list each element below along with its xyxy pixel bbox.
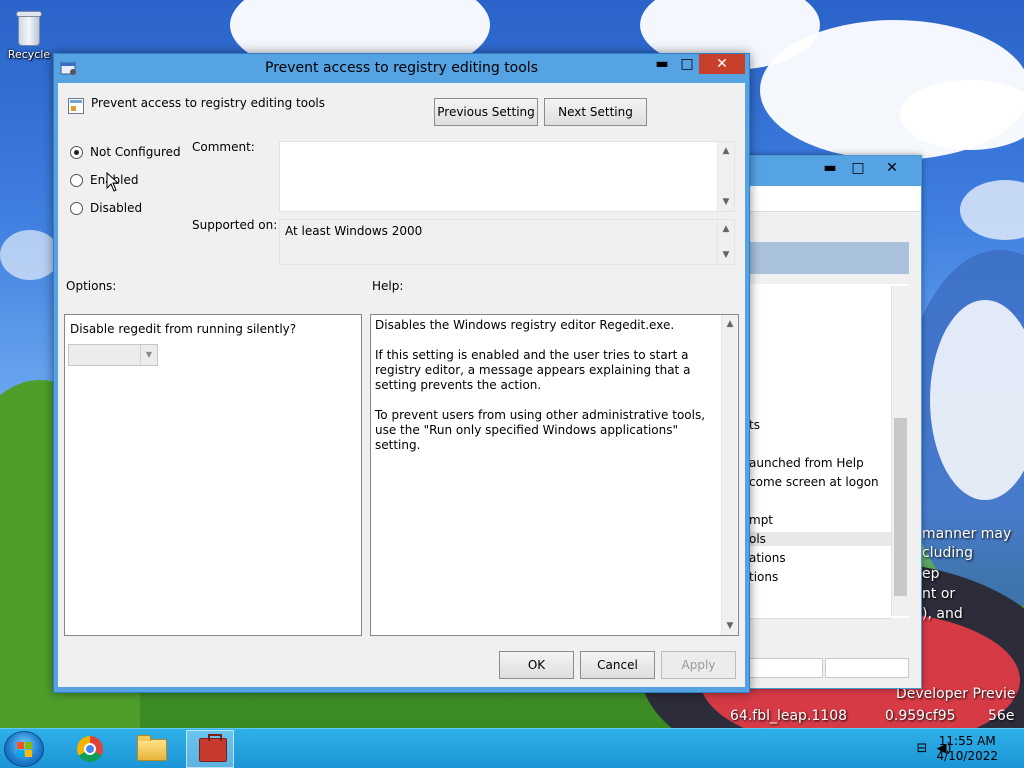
status-field [749, 658, 823, 678]
background-window[interactable]: ▬ □ ✕ ts aunched from Help come screen a… [746, 155, 922, 689]
start-button[interactable] [4, 731, 44, 767]
taskbar-file-explorer[interactable] [126, 730, 174, 768]
maximize-button[interactable]: □ [674, 54, 700, 76]
option-prompt: Disable regedit from running silently? [70, 322, 297, 336]
apply-button[interactable]: Apply [661, 651, 736, 679]
clock-time: 11:55 AM [938, 734, 996, 748]
chevron-down-icon[interactable]: ▼ [140, 345, 157, 365]
setting-name: Prevent access to registry editing tools [91, 96, 325, 110]
minimize-button[interactable]: ▬ [817, 158, 843, 178]
watermark-text: ep [922, 566, 940, 582]
list-item[interactable]: ations [749, 551, 786, 565]
settings-list[interactable]: ts aunched from Help come screen at logo… [747, 284, 909, 618]
cloud [0, 230, 60, 280]
clock[interactable]: 11:55 AM 4/10/2022 [936, 734, 998, 764]
cloud [960, 180, 1024, 240]
watermark-text: manner may [922, 526, 1012, 542]
help-scrollbar[interactable]: ▲ ▼ [721, 315, 738, 635]
start-icon [17, 742, 32, 757]
watermark-text: 0.959cf95 [885, 708, 956, 724]
scroll-up-icon[interactable]: ▲ [721, 224, 731, 234]
list-item-selected[interactable]: ols [749, 532, 891, 546]
file-explorer-icon [137, 735, 167, 761]
cancel-button[interactable]: Cancel [580, 651, 655, 679]
supported-on-scrollbar[interactable]: ▲ ▼ [717, 220, 734, 264]
taskbar: ⊟ ◀) 11:55 AM 4/10/2022 [0, 728, 1024, 768]
list-item[interactable]: tions [749, 570, 778, 584]
watermark-text: 64.fbl_leap.1108 [730, 708, 848, 724]
header-band [747, 242, 909, 274]
taskbar-chrome[interactable] [64, 730, 112, 768]
network-icon[interactable]: ⊟ [914, 741, 930, 757]
status-field [825, 658, 909, 678]
recycle-bin-shortcut[interactable]: Recycle [6, 8, 52, 61]
options-label: Options: [66, 279, 117, 293]
registry-tool-icon [199, 734, 227, 762]
radio-label: Disabled [90, 201, 143, 215]
next-setting-button[interactable]: Next Setting [544, 98, 647, 126]
help-panel: Disables the Windows registry editor Reg… [370, 314, 739, 636]
clock-date: 4/10/2022 [936, 749, 998, 763]
list-item[interactable]: aunched from Help [749, 456, 864, 470]
watermark-text: ), and [922, 606, 963, 622]
mouse-cursor-icon [106, 172, 120, 192]
scroll-down-icon[interactable]: ▼ [721, 250, 731, 260]
comment-scrollbar[interactable]: ▲ ▼ [717, 142, 734, 211]
list-item[interactable]: ts [749, 418, 760, 432]
radio-circle[interactable] [70, 202, 83, 215]
help-label: Help: [372, 279, 404, 293]
supported-on-label: Supported on: [192, 218, 278, 232]
dialog-title: Prevent access to registry editing tools [265, 60, 538, 76]
close-button[interactable]: ✕ [699, 54, 745, 74]
horizontal-scrollbar[interactable] [747, 618, 891, 635]
ok-button[interactable]: OK [499, 651, 574, 679]
radio-label: Not Configured [90, 145, 181, 159]
help-text: Disables the Windows registry editor Reg… [375, 318, 706, 452]
maximize-button[interactable]: □ [845, 158, 871, 178]
supported-on-value: At least Windows 2000 [285, 224, 423, 238]
scroll-down-icon[interactable]: ▼ [725, 621, 735, 631]
background-window-titlebar[interactable]: ▬ □ ✕ [747, 156, 921, 186]
close-button[interactable]: ✕ [879, 158, 905, 178]
setting-icon [68, 98, 84, 114]
dialog-client-area: Prevent access to registry editing tools… [58, 83, 745, 687]
toolbar [747, 186, 921, 212]
scrollbar-thumb[interactable] [894, 418, 907, 596]
vertical-scrollbar[interactable] [891, 286, 909, 616]
recycle-bin-label: Recycle [7, 48, 51, 61]
chrome-icon [77, 736, 103, 762]
scroll-up-icon[interactable]: ▲ [725, 319, 735, 329]
options-panel: Disable regedit from running silently? ▼ [64, 314, 362, 636]
radio-circle-selected[interactable] [70, 146, 83, 159]
scroll-up-icon[interactable]: ▲ [721, 146, 731, 156]
watermark-text: 56e [988, 708, 1015, 724]
supported-on-field: At least Windows 2000 ▲ ▼ [279, 219, 735, 265]
watermark-text: nt or [922, 586, 956, 602]
watermark-text: cluding [922, 545, 973, 561]
system-tray: ⊟ ◀) 11:55 AM 4/10/2022 [874, 729, 1024, 769]
previous-setting-button[interactable]: Previous Setting [434, 98, 538, 126]
taskbar-registry-tool[interactable] [186, 730, 234, 768]
list-item[interactable]: come screen at logon [749, 475, 879, 489]
list-item[interactable]: mpt [749, 513, 773, 527]
comment-input[interactable]: ▲ ▼ [279, 141, 735, 212]
radio-circle[interactable] [70, 174, 83, 187]
recycle-bin-icon [14, 8, 44, 48]
policy-setting-dialog[interactable]: Prevent access to registry editing tools… [53, 53, 750, 693]
minimize-button[interactable]: ▬ [649, 54, 675, 76]
option-dropdown[interactable]: ▼ [68, 344, 158, 366]
comment-label: Comment: [192, 140, 255, 154]
scroll-down-icon[interactable]: ▼ [721, 197, 731, 207]
